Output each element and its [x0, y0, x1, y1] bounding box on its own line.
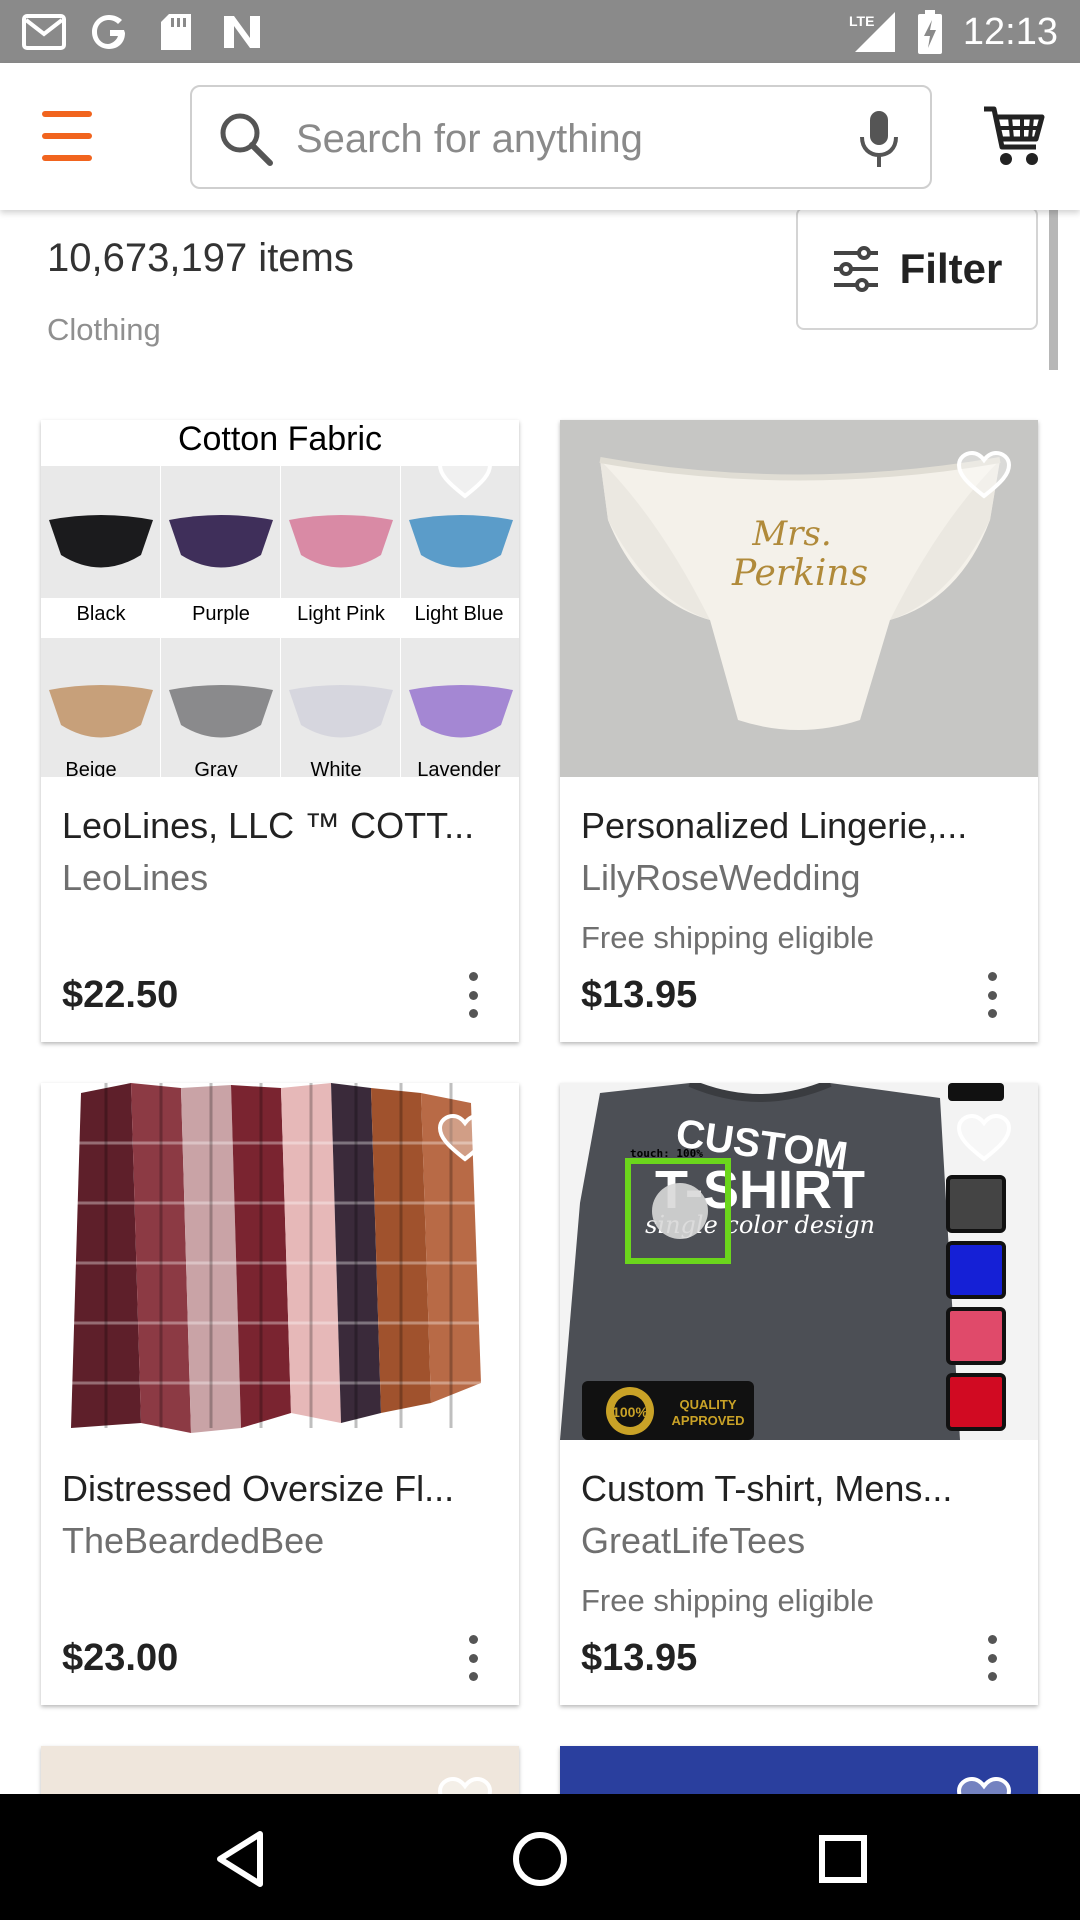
touch-overlay-label: touch: 100%: [630, 1147, 703, 1160]
battery-icon: [915, 10, 945, 54]
scrollbar[interactable]: [1049, 210, 1058, 370]
hamburger-menu-icon[interactable]: [42, 111, 104, 161]
listing-title: LeoLines, LLC ™ COTT...: [62, 805, 475, 846]
app-bar: [0, 63, 1080, 210]
system-nav-bar: [0, 1794, 1080, 1920]
badge-text: 100%: [612, 1404, 648, 1420]
listing-card[interactable]: CUSTOM T-SHIRT single color design 100% …: [560, 1083, 1038, 1705]
image-text: Mrs.: [751, 514, 831, 554]
listing-title: Distressed Oversize Fl...: [62, 1468, 455, 1509]
listing-shop: LeoLines: [62, 857, 209, 898]
listing-card[interactable]: Mrs. Perkins Personalized Lingerie,... L…: [560, 420, 1038, 1042]
swatch-label: Lavender: [417, 759, 501, 777]
status-clock: 12:13: [962, 10, 1058, 53]
results-count: 10,673,197 items: [47, 236, 354, 280]
listing-shop: TheBeardedBee: [62, 1520, 325, 1561]
listing-card[interactable]: Distressed Oversize Fl... TheBeardedBee …: [41, 1083, 519, 1705]
image-text: Perkins: [731, 553, 868, 594]
signal-icon: LTE: [847, 12, 897, 52]
microphone-icon[interactable]: [856, 109, 902, 169]
listing-image[interactable]: Cotton Fabric Black Purple Light Pink Li…: [41, 420, 519, 777]
listing-price: $22.50: [62, 974, 179, 1016]
back-icon[interactable]: [205, 1824, 275, 1894]
sd-card-icon: [154, 12, 198, 52]
n-app-icon: [220, 12, 264, 52]
listing-shop: GreatLifeTees: [581, 1520, 806, 1561]
more-options-icon[interactable]: [467, 1635, 479, 1681]
swatch-label: Purple: [192, 603, 250, 625]
favorite-heart-icon[interactable]: [956, 450, 1012, 500]
badge-text: APPROVED: [672, 1413, 745, 1428]
favorite-heart-icon[interactable]: [437, 450, 493, 500]
filter-button[interactable]: Filter: [796, 207, 1038, 330]
more-options-icon[interactable]: [467, 972, 479, 1018]
lte-label: LTE: [849, 13, 874, 29]
filter-label: Filter: [899, 244, 1003, 292]
more-options-icon[interactable]: [986, 972, 998, 1018]
listing-price: $23.00: [62, 1637, 179, 1679]
search-box[interactable]: [190, 85, 932, 189]
search-input[interactable]: [296, 105, 816, 173]
filter-sliders-icon: [833, 245, 878, 292]
gmail-icon: [22, 12, 66, 52]
listing-image[interactable]: CUSTOM T-SHIRT single color design 100% …: [560, 1083, 1038, 1440]
swatch-label: Black: [77, 603, 127, 625]
listing-price: $13.95: [581, 974, 698, 1016]
listing-title: Custom T-shirt, Mens...: [581, 1468, 953, 1509]
listing-shop: LilyRoseWedding: [581, 857, 861, 898]
swatch-label: White: [310, 759, 361, 777]
system-status: LTE 12:13: [847, 8, 1058, 56]
swatch-label: Gray: [194, 759, 237, 777]
listing-shipping: Free shipping eligible: [581, 1583, 874, 1618]
listing-shipping: Free shipping eligible: [581, 920, 874, 955]
listing-price: $13.95: [581, 1637, 698, 1679]
results-category: Clothing: [47, 312, 161, 347]
swatch-label: Light Blue: [415, 603, 504, 625]
image-heading: Cotton Fabric: [178, 420, 382, 458]
more-options-icon[interactable]: [986, 1635, 998, 1681]
listing-image[interactable]: Mrs. Perkins: [560, 420, 1038, 777]
swatch-label: Beige: [65, 759, 116, 777]
favorite-heart-icon[interactable]: [956, 1113, 1012, 1163]
status-bar: LTE 12:13: [0, 0, 1080, 63]
listing-image[interactable]: [41, 1083, 519, 1440]
listing-title: Personalized Lingerie,...: [581, 805, 968, 846]
home-icon[interactable]: [505, 1824, 575, 1894]
badge-text: QUALITY: [679, 1397, 736, 1412]
swatch-label: Light Pink: [297, 603, 386, 625]
favorite-heart-icon[interactable]: [437, 1113, 493, 1163]
cart-icon[interactable]: [982, 103, 1046, 169]
search-icon: [220, 113, 273, 166]
notification-icons: [22, 10, 264, 54]
google-icon: [88, 12, 132, 52]
listing-card[interactable]: Cotton Fabric Black Purple Light Pink Li…: [41, 420, 519, 1042]
recents-icon[interactable]: [808, 1824, 878, 1894]
